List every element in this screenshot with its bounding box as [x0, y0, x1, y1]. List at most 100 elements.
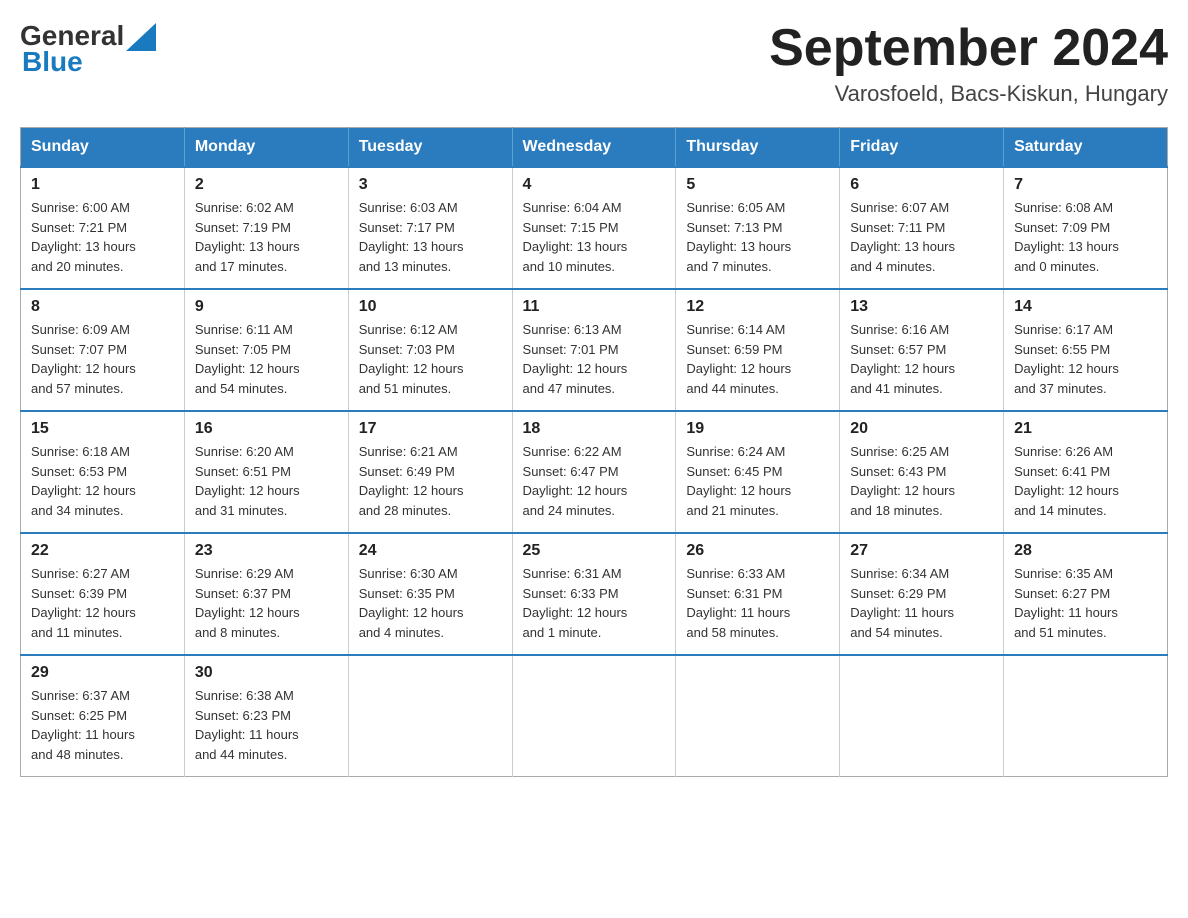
calendar-cell [840, 655, 1004, 777]
day-number: 7 [1014, 176, 1157, 194]
day-info: Sunrise: 6:24 AM Sunset: 6:45 PM Dayligh… [686, 442, 829, 520]
calendar-cell [1004, 655, 1168, 777]
day-info: Sunrise: 6:33 AM Sunset: 6:31 PM Dayligh… [686, 564, 829, 642]
day-info: Sunrise: 6:11 AM Sunset: 7:05 PM Dayligh… [195, 320, 338, 398]
day-number: 5 [686, 176, 829, 194]
calendar-cell: 4 Sunrise: 6:04 AM Sunset: 7:15 PM Dayli… [512, 167, 676, 289]
day-info: Sunrise: 6:21 AM Sunset: 6:49 PM Dayligh… [359, 442, 502, 520]
day-number: 6 [850, 176, 993, 194]
day-info: Sunrise: 6:38 AM Sunset: 6:23 PM Dayligh… [195, 686, 338, 764]
day-info: Sunrise: 6:31 AM Sunset: 6:33 PM Dayligh… [523, 564, 666, 642]
day-number: 28 [1014, 542, 1157, 560]
calendar-cell: 24 Sunrise: 6:30 AM Sunset: 6:35 PM Dayl… [348, 533, 512, 655]
day-info: Sunrise: 6:17 AM Sunset: 6:55 PM Dayligh… [1014, 320, 1157, 398]
day-number: 23 [195, 542, 338, 560]
day-number: 17 [359, 420, 502, 438]
day-number: 22 [31, 542, 174, 560]
day-info: Sunrise: 6:08 AM Sunset: 7:09 PM Dayligh… [1014, 198, 1157, 276]
calendar-cell: 13 Sunrise: 6:16 AM Sunset: 6:57 PM Dayl… [840, 289, 1004, 411]
day-number: 29 [31, 664, 174, 682]
month-title: September 2024 [769, 20, 1168, 77]
day-info: Sunrise: 6:13 AM Sunset: 7:01 PM Dayligh… [523, 320, 666, 398]
day-info: Sunrise: 6:04 AM Sunset: 7:15 PM Dayligh… [523, 198, 666, 276]
calendar-cell: 19 Sunrise: 6:24 AM Sunset: 6:45 PM Dayl… [676, 411, 840, 533]
calendar-cell [676, 655, 840, 777]
day-of-week-saturday: Saturday [1004, 128, 1168, 168]
day-number: 3 [359, 176, 502, 194]
calendar-cell: 26 Sunrise: 6:33 AM Sunset: 6:31 PM Dayl… [676, 533, 840, 655]
calendar-cell: 21 Sunrise: 6:26 AM Sunset: 6:41 PM Dayl… [1004, 411, 1168, 533]
day-number: 2 [195, 176, 338, 194]
calendar-cell: 28 Sunrise: 6:35 AM Sunset: 6:27 PM Dayl… [1004, 533, 1168, 655]
day-number: 21 [1014, 420, 1157, 438]
calendar-cell: 18 Sunrise: 6:22 AM Sunset: 6:47 PM Dayl… [512, 411, 676, 533]
day-number: 1 [31, 176, 174, 194]
calendar-cell: 3 Sunrise: 6:03 AM Sunset: 7:17 PM Dayli… [348, 167, 512, 289]
calendar-table: SundayMondayTuesdayWednesdayThursdayFrid… [20, 127, 1168, 777]
day-number: 27 [850, 542, 993, 560]
day-info: Sunrise: 6:35 AM Sunset: 6:27 PM Dayligh… [1014, 564, 1157, 642]
day-info: Sunrise: 6:05 AM Sunset: 7:13 PM Dayligh… [686, 198, 829, 276]
week-row-1: 1 Sunrise: 6:00 AM Sunset: 7:21 PM Dayli… [21, 167, 1168, 289]
day-info: Sunrise: 6:27 AM Sunset: 6:39 PM Dayligh… [31, 564, 174, 642]
title-section: September 2024 Varosfoeld, Bacs-Kiskun, … [769, 20, 1168, 107]
logo-icon [126, 23, 156, 51]
calendar-cell: 25 Sunrise: 6:31 AM Sunset: 6:33 PM Dayl… [512, 533, 676, 655]
day-number: 13 [850, 298, 993, 316]
calendar-cell: 7 Sunrise: 6:08 AM Sunset: 7:09 PM Dayli… [1004, 167, 1168, 289]
calendar-cell [512, 655, 676, 777]
calendar-cell: 5 Sunrise: 6:05 AM Sunset: 7:13 PM Dayli… [676, 167, 840, 289]
day-info: Sunrise: 6:09 AM Sunset: 7:07 PM Dayligh… [31, 320, 174, 398]
calendar-cell: 15 Sunrise: 6:18 AM Sunset: 6:53 PM Dayl… [21, 411, 185, 533]
calendar-cell: 14 Sunrise: 6:17 AM Sunset: 6:55 PM Dayl… [1004, 289, 1168, 411]
day-number: 4 [523, 176, 666, 194]
calendar-body: 1 Sunrise: 6:00 AM Sunset: 7:21 PM Dayli… [21, 167, 1168, 777]
week-row-3: 15 Sunrise: 6:18 AM Sunset: 6:53 PM Dayl… [21, 411, 1168, 533]
logo-blue-text: Blue [22, 46, 83, 78]
week-row-4: 22 Sunrise: 6:27 AM Sunset: 6:39 PM Dayl… [21, 533, 1168, 655]
day-number: 25 [523, 542, 666, 560]
day-of-week-monday: Monday [184, 128, 348, 168]
day-info: Sunrise: 6:03 AM Sunset: 7:17 PM Dayligh… [359, 198, 502, 276]
calendar-cell: 9 Sunrise: 6:11 AM Sunset: 7:05 PM Dayli… [184, 289, 348, 411]
week-row-5: 29 Sunrise: 6:37 AM Sunset: 6:25 PM Dayl… [21, 655, 1168, 777]
calendar-cell: 12 Sunrise: 6:14 AM Sunset: 6:59 PM Dayl… [676, 289, 840, 411]
page-header: General Blue September 2024 Varosfoeld, … [20, 20, 1168, 107]
day-number: 14 [1014, 298, 1157, 316]
day-info: Sunrise: 6:12 AM Sunset: 7:03 PM Dayligh… [359, 320, 502, 398]
calendar-cell: 1 Sunrise: 6:00 AM Sunset: 7:21 PM Dayli… [21, 167, 185, 289]
calendar-cell: 17 Sunrise: 6:21 AM Sunset: 6:49 PM Dayl… [348, 411, 512, 533]
day-of-week-tuesday: Tuesday [348, 128, 512, 168]
logo: General Blue [20, 20, 156, 78]
calendar-cell: 11 Sunrise: 6:13 AM Sunset: 7:01 PM Dayl… [512, 289, 676, 411]
calendar-cell: 2 Sunrise: 6:02 AM Sunset: 7:19 PM Dayli… [184, 167, 348, 289]
day-info: Sunrise: 6:14 AM Sunset: 6:59 PM Dayligh… [686, 320, 829, 398]
day-info: Sunrise: 6:37 AM Sunset: 6:25 PM Dayligh… [31, 686, 174, 764]
calendar-cell: 23 Sunrise: 6:29 AM Sunset: 6:37 PM Dayl… [184, 533, 348, 655]
day-number: 10 [359, 298, 502, 316]
day-info: Sunrise: 6:02 AM Sunset: 7:19 PM Dayligh… [195, 198, 338, 276]
day-number: 9 [195, 298, 338, 316]
calendar-cell [348, 655, 512, 777]
calendar-header: SundayMondayTuesdayWednesdayThursdayFrid… [21, 128, 1168, 168]
day-of-week-sunday: Sunday [21, 128, 185, 168]
calendar-cell: 6 Sunrise: 6:07 AM Sunset: 7:11 PM Dayli… [840, 167, 1004, 289]
calendar-cell: 8 Sunrise: 6:09 AM Sunset: 7:07 PM Dayli… [21, 289, 185, 411]
day-info: Sunrise: 6:22 AM Sunset: 6:47 PM Dayligh… [523, 442, 666, 520]
day-info: Sunrise: 6:30 AM Sunset: 6:35 PM Dayligh… [359, 564, 502, 642]
calendar-cell: 20 Sunrise: 6:25 AM Sunset: 6:43 PM Dayl… [840, 411, 1004, 533]
calendar-cell: 22 Sunrise: 6:27 AM Sunset: 6:39 PM Dayl… [21, 533, 185, 655]
day-number: 18 [523, 420, 666, 438]
days-of-week-row: SundayMondayTuesdayWednesdayThursdayFrid… [21, 128, 1168, 168]
calendar-cell: 10 Sunrise: 6:12 AM Sunset: 7:03 PM Dayl… [348, 289, 512, 411]
day-info: Sunrise: 6:25 AM Sunset: 6:43 PM Dayligh… [850, 442, 993, 520]
day-info: Sunrise: 6:29 AM Sunset: 6:37 PM Dayligh… [195, 564, 338, 642]
day-number: 20 [850, 420, 993, 438]
day-number: 24 [359, 542, 502, 560]
day-of-week-wednesday: Wednesday [512, 128, 676, 168]
calendar-cell: 16 Sunrise: 6:20 AM Sunset: 6:51 PM Dayl… [184, 411, 348, 533]
location: Varosfoeld, Bacs-Kiskun, Hungary [769, 81, 1168, 107]
day-info: Sunrise: 6:18 AM Sunset: 6:53 PM Dayligh… [31, 442, 174, 520]
day-number: 15 [31, 420, 174, 438]
day-number: 8 [31, 298, 174, 316]
